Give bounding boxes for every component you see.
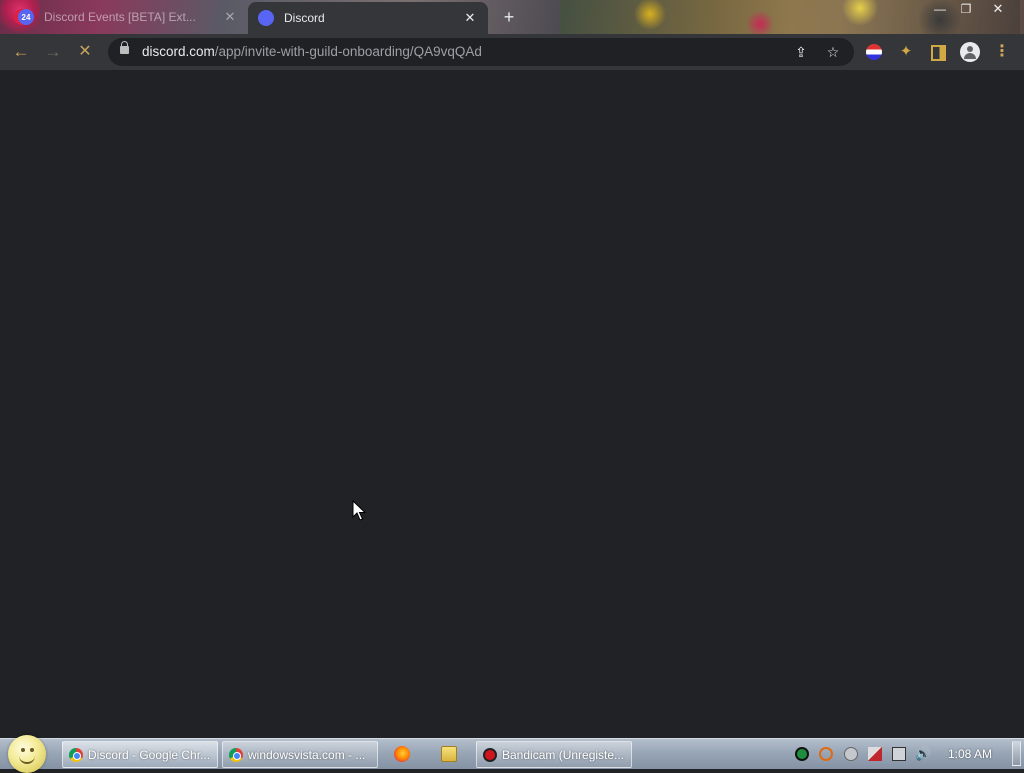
tab-discord-events[interactable]: 24 Discord Events [BETA] Ext... ✕ (8, 0, 248, 34)
restore-button[interactable]: ❐ (952, 0, 980, 18)
taskbar-button-label: Discord - Google Chr... (88, 747, 211, 762)
volume-icon[interactable]: 🔊 (915, 747, 931, 761)
chat-icon[interactable] (844, 747, 858, 761)
tab-strip: 24 Discord Events [BETA] Ext... ✕ Discor… (0, 0, 1024, 34)
taskbar-button-discord-chrome[interactable]: Discord - Google Chr... (62, 741, 218, 768)
lock-icon[interactable] (120, 41, 129, 54)
address-bar[interactable]: discord.com/app/invite-with-guild-onboar… (108, 38, 854, 66)
browser-toolbar: ← → ✕ discord.com/app/invite-with-guild-… (0, 34, 1024, 70)
green-status-icon[interactable] (795, 747, 809, 761)
close-window-button[interactable]: ✕ (984, 0, 1012, 18)
language-extension-icon[interactable] (862, 40, 886, 64)
taskbar-button-label: Bandicam (Unregiste... (502, 747, 625, 762)
minimize-button[interactable]: — (926, 0, 954, 18)
search-icon[interactable] (819, 747, 833, 761)
share-icon[interactable]: ⇪ (792, 43, 810, 61)
page-content (0, 70, 1024, 738)
profile-avatar-icon[interactable] (958, 40, 982, 64)
close-tab-button[interactable]: ✕ (222, 9, 238, 25)
discord-events-icon: 24 (18, 9, 34, 25)
back-button[interactable]: ← (9, 40, 33, 64)
forward-button[interactable]: → (41, 40, 65, 64)
bandicam-icon (483, 747, 497, 762)
clock[interactable]: 1:08 AM (948, 747, 992, 761)
taskbar-button-windowsvista[interactable]: windowsvista.com - ... (222, 741, 378, 768)
chrome-icon (229, 747, 243, 762)
bookmark-star-icon[interactable]: ☆ (824, 43, 842, 61)
extensions-puzzle-icon[interactable]: ✦ (894, 40, 918, 64)
menu-kebab-icon[interactable]: ⋮ (990, 40, 1014, 64)
network-icon[interactable] (892, 747, 906, 761)
chrome-icon (69, 747, 83, 762)
flag-icon[interactable] (868, 747, 882, 761)
firefox-icon[interactable] (394, 746, 410, 762)
url-host: discord.com (142, 44, 215, 59)
tab-title: Discord Events [BETA] Ext... (44, 10, 196, 24)
stop-loading-button[interactable]: ✕ (73, 40, 97, 64)
taskbar-button-label: windowsvista.com - ... (248, 747, 366, 762)
tab-badge: 24 (21, 12, 31, 22)
start-button[interactable] (8, 735, 46, 773)
close-tab-button[interactable]: ✕ (462, 10, 478, 26)
system-tray: 🔊 1:08 AM (786, 739, 1024, 769)
new-tab-button[interactable]: + (498, 6, 520, 28)
url-path: /app/invite-with-guild-onboarding/QA9vqQ… (214, 44, 482, 59)
explorer-folder-icon[interactable] (441, 746, 457, 762)
taskbar-button-bandicam[interactable]: Bandicam (Unregiste... (476, 741, 632, 768)
show-desktop-button[interactable] (1012, 741, 1021, 766)
discord-icon (258, 10, 274, 26)
tab-title: Discord (284, 11, 325, 25)
tab-discord[interactable]: Discord ✕ (248, 2, 488, 34)
taskbar: Discord - Google Chr... windowsvista.com… (0, 735, 1024, 773)
url-text[interactable]: discord.com/app/invite-with-guild-onboar… (142, 44, 482, 59)
side-panel-icon[interactable] (926, 40, 950, 64)
